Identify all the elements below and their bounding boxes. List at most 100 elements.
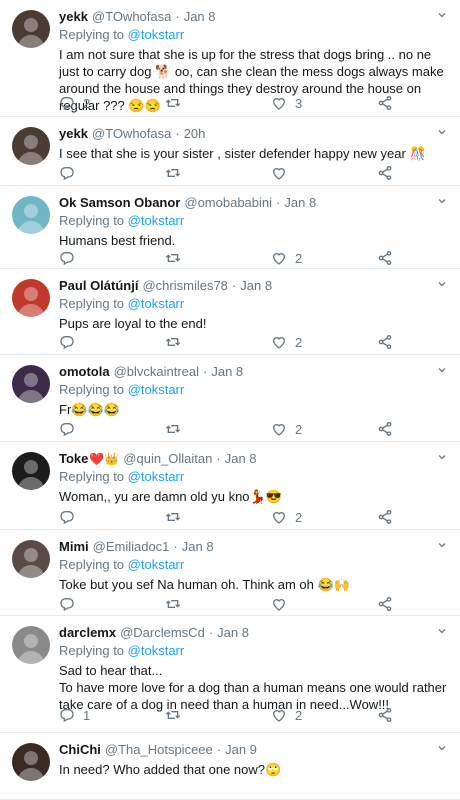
tweet-timestamp[interactable]: 20h [184,125,206,143]
like-button[interactable]: 2 [271,332,377,352]
tweet[interactable]: yekk @TOwhofasa · Jan 8 Replying to @tokstar… [0,0,460,117]
avatar[interactable] [12,196,50,234]
author-handle[interactable]: @chrismiles78 [142,277,227,295]
mention-link[interactable]: @tokstarr [128,557,185,572]
heart-icon [271,596,287,612]
author-handle[interactable]: @omobababini [184,194,272,212]
avatar[interactable] [12,279,50,317]
tweet[interactable]: darclemx @DarclemsCd · Jan 8 Replying to @to… [0,616,460,733]
retweet-button[interactable] [165,419,271,439]
retweet-button[interactable] [165,705,271,725]
tweet[interactable]: yekk @TOwhofasa · 20h I see that she is your… [0,117,460,186]
mention-link[interactable]: @tokstarr [128,213,185,228]
author-handle[interactable]: @TOwhofasa [92,8,171,26]
share-button[interactable] [377,419,397,439]
author-name[interactable]: omotola [59,363,110,381]
retweet-button[interactable] [165,248,271,268]
author-name[interactable]: Ok Samson Obanor [59,194,180,212]
tweet-timestamp[interactable]: Jan 8 [217,624,249,642]
tweet-timestamp[interactable]: Jan 8 [225,450,257,468]
mention-link[interactable]: @tokstarr [128,27,185,42]
avatar[interactable] [12,452,50,490]
tweet[interactable]: Toke ❤️👑 @quin_Ollaitan · Jan 8 Replying to @… [0,442,460,530]
share-button[interactable] [377,163,397,183]
author-name[interactable]: Toke [59,450,88,468]
chevron-down-icon[interactable] [436,8,448,20]
chevron-down-icon[interactable] [436,624,448,636]
retweet-button[interactable] [165,332,271,352]
author-handle[interactable]: @Tha_Hotspiceee [105,741,213,759]
tweet-timestamp[interactable]: Jan 9 [225,741,257,759]
tweet-timestamp[interactable]: Jan 8 [284,194,316,212]
author-name[interactable]: ChiChi [59,741,101,759]
reply-button[interactable] [59,332,165,352]
tweet[interactable]: Mimi @Emiliadoc1 · Jan 8 Replying to @toksta… [0,530,460,616]
author-name[interactable]: darclemx [59,624,116,642]
tweet[interactable]: ChiChi @Tha_Hotspiceee · Jan 9 In need? Who … [0,733,460,800]
author-handle[interactable]: @Emiliadoc1 [93,538,170,556]
reply-button[interactable]: 2 [59,93,165,113]
like-button[interactable] [271,594,377,614]
like-button[interactable] [271,163,377,183]
reply-button[interactable] [59,594,165,614]
separator-dot: · [203,364,208,379]
mention-link[interactable]: @tokstarr [128,643,185,658]
reply-button[interactable] [59,248,165,268]
chevron-down-icon[interactable] [436,277,448,289]
author-handle[interactable]: @blvckaintreal [114,363,199,381]
retweet-icon [165,509,181,525]
reply-button[interactable]: 1 [59,705,165,725]
share-button[interactable] [377,507,397,527]
chevron-down-icon[interactable] [436,125,448,137]
tweet-timestamp[interactable]: Jan 8 [240,277,272,295]
tweet[interactable]: Ok Samson Obanor @omobababini · Jan 8 Replyi… [0,186,460,269]
author-name[interactable]: yekk [59,8,88,26]
replying-to: Replying to @tokstarr [59,212,448,230]
like-button[interactable]: 3 [271,93,377,113]
reply-button[interactable] [59,507,165,527]
tweet[interactable]: omotola @blvckaintreal · Jan 8 Replying to @… [0,355,460,442]
share-button[interactable] [377,332,397,352]
reply-button[interactable] [59,419,165,439]
chevron-down-icon[interactable] [436,363,448,375]
mention-link[interactable]: @tokstarr [128,469,185,484]
author-handle[interactable]: @TOwhofasa [92,125,171,143]
retweet-button[interactable] [165,594,271,614]
tweet-header: Toke ❤️👑 @quin_Ollaitan · Jan 8 [59,450,448,468]
avatar[interactable] [12,10,50,48]
avatar[interactable] [12,743,50,781]
like-button[interactable]: 2 [271,705,377,725]
share-button[interactable] [377,93,397,113]
tweet-timestamp[interactable]: Jan 8 [211,363,243,381]
author-name[interactable]: yekk [59,125,88,143]
tweet-timestamp[interactable]: Jan 8 [182,538,214,556]
share-button[interactable] [377,594,397,614]
like-button[interactable]: 2 [271,419,377,439]
chevron-down-icon[interactable] [436,450,448,462]
chevron-down-icon[interactable] [436,741,448,753]
avatar[interactable] [12,626,50,664]
tweet[interactable]: Paul Olátúnjí @chrismiles78 · Jan 8 Replying… [0,269,460,355]
share-button[interactable] [377,248,397,268]
retweet-button[interactable] [165,93,271,113]
author-handle[interactable]: @quin_Ollaitan [123,450,212,468]
reply-icon [59,421,75,437]
author-name[interactable]: Paul Olátúnjí [59,277,138,295]
share-button[interactable] [377,705,397,725]
author-handle[interactable]: @DarclemsCd [120,624,205,642]
tweet-actions [59,594,399,614]
retweet-button[interactable] [165,507,271,527]
chevron-down-icon[interactable] [436,538,448,550]
like-button[interactable]: 2 [271,507,377,527]
author-name[interactable]: Mimi [59,538,89,556]
reply-button[interactable] [59,163,165,183]
avatar[interactable] [12,365,50,403]
tweet-timestamp[interactable]: Jan 8 [184,8,216,26]
like-button[interactable]: 2 [271,248,377,268]
mention-link[interactable]: @tokstarr [128,382,185,397]
avatar[interactable] [12,127,50,165]
retweet-button[interactable] [165,163,271,183]
avatar[interactable] [12,540,50,578]
mention-link[interactable]: @tokstarr [128,296,185,311]
chevron-down-icon[interactable] [436,194,448,206]
